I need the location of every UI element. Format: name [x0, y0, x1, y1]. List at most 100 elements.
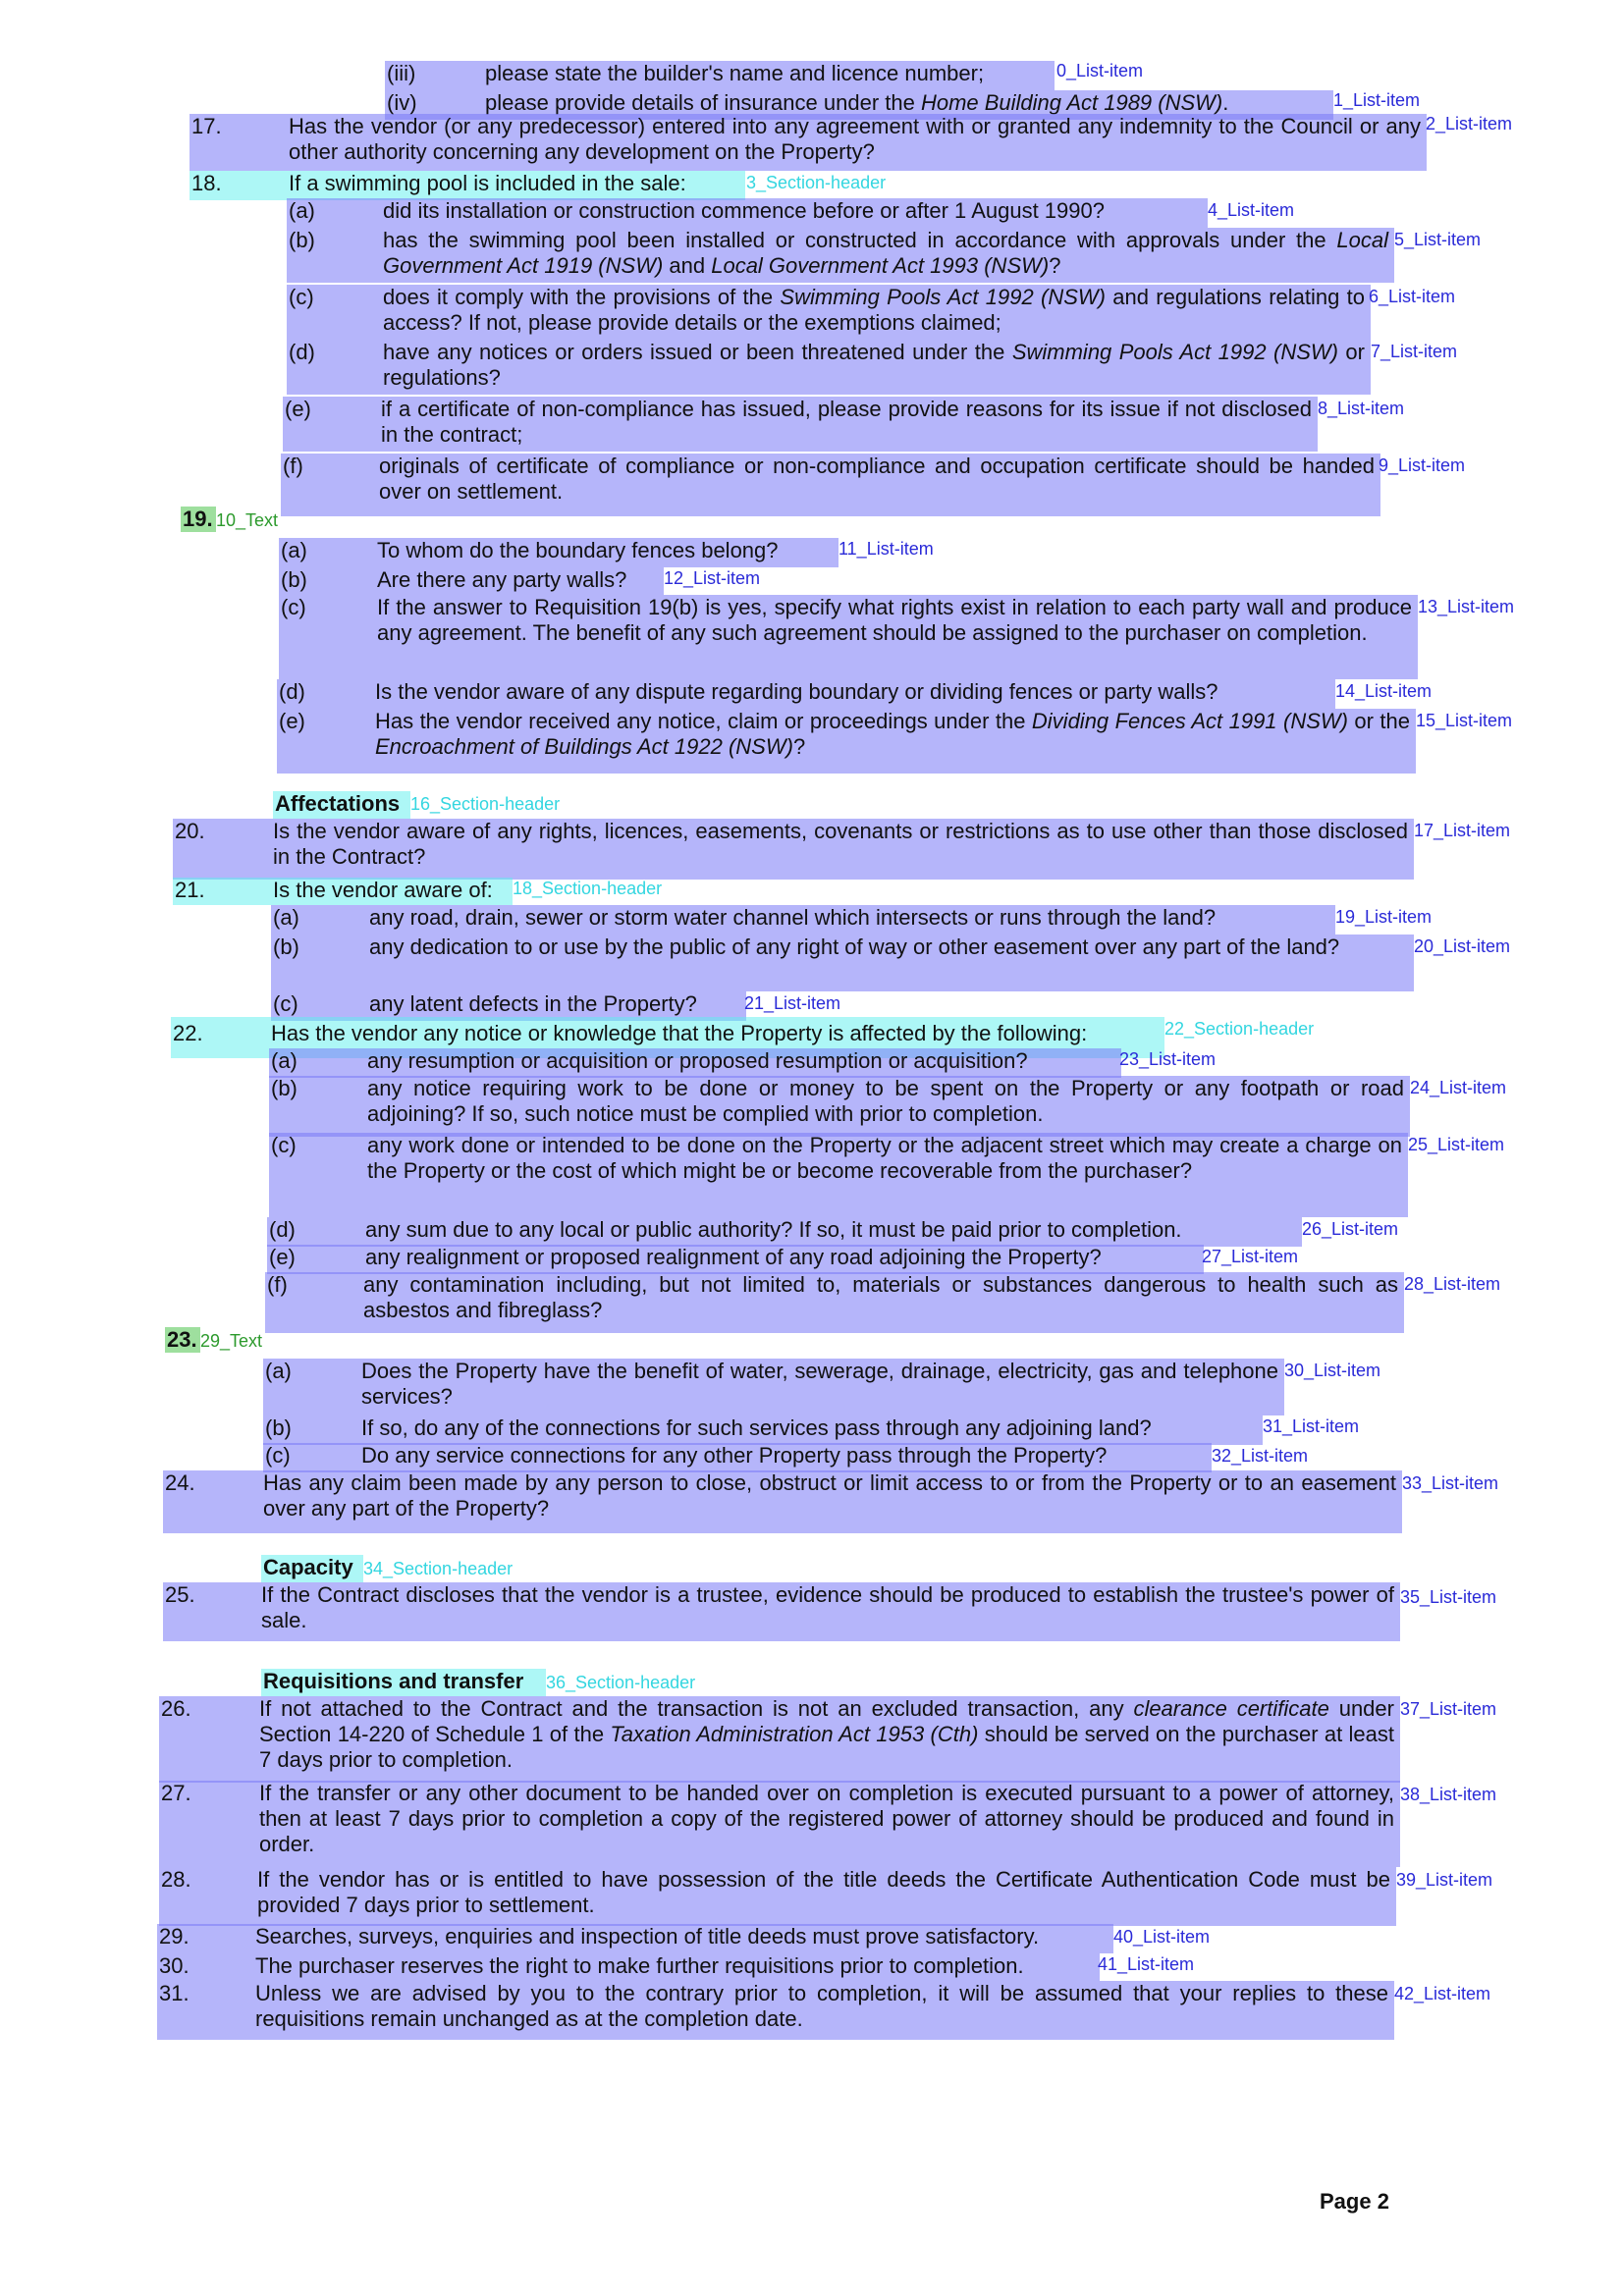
item-number: 18. — [191, 171, 222, 195]
item-number: 17. — [191, 114, 222, 138]
item-text: please state the builder's name and lice… — [485, 61, 985, 85]
item-text: originals of certificate of compliance o… — [379, 454, 1375, 504]
list-item: (d) any sum due to any local or public a… — [267, 1217, 1302, 1247]
layout-tag: 27_List-item — [1202, 1247, 1299, 1266]
item-text: does it comply with the provisions of th… — [383, 285, 1365, 335]
layout-tag: 3_Section-header — [746, 173, 887, 192]
item-text: Does the Property have the benefit of wa… — [361, 1359, 1278, 1409]
item-text: Has the vendor any notice or knowledge t… — [271, 1021, 1088, 1045]
layout-tag: 15_List-item — [1416, 711, 1513, 730]
list-item: (c) Do any service connections for any o… — [263, 1443, 1212, 1472]
layout-tag: 14_List-item — [1335, 681, 1433, 701]
item-number: (a) — [281, 538, 307, 562]
item-text: has the swimming pool been installed or … — [383, 228, 1388, 278]
item-number: (b) — [281, 567, 307, 592]
item-number: (a) — [289, 198, 315, 223]
list-item: 28. If the vendor has or is entitled to … — [159, 1867, 1396, 1926]
list-item: 24. Has any claim been made by any perso… — [163, 1470, 1402, 1533]
item-number: 24. — [165, 1470, 195, 1495]
item-number: 20. — [175, 819, 205, 843]
layout-tag: 31_List-item — [1263, 1416, 1360, 1436]
layout-tag: 22_Section-header — [1164, 1019, 1315, 1039]
list-item: (f) originals of certificate of complian… — [281, 454, 1380, 516]
item-number: (e) — [279, 709, 305, 733]
layout-tag: 32_List-item — [1212, 1446, 1309, 1466]
item-text: did its installation or construction com… — [383, 198, 1105, 223]
layout-tag: 25_List-item — [1408, 1135, 1505, 1154]
layout-tag: 23_List-item — [1119, 1049, 1217, 1069]
item-text: If so, do any of the connections for suc… — [361, 1415, 1152, 1440]
layout-tag: 2_List-item — [1426, 114, 1513, 133]
page-number: Page 2 — [1320, 2189, 1389, 2214]
section-header: 21. Is the vendor aware of: — [173, 878, 513, 905]
item-text: If the answer to Requisition 19(b) is ye… — [377, 595, 1412, 645]
item-number: 21. — [175, 878, 205, 902]
item-number: (b) — [271, 1076, 298, 1100]
list-item: (f) any contamination including, but not… — [265, 1272, 1404, 1333]
item-number: 26. — [161, 1696, 191, 1721]
section-title: Affectations — [275, 791, 401, 816]
layout-tag: 37_List-item — [1400, 1699, 1497, 1719]
item-text: please provide details of insurance unde… — [485, 90, 1229, 115]
item-number: (d) — [289, 340, 315, 364]
list-item: (e) any realignment or proposed realignm… — [267, 1245, 1204, 1274]
layout-tag: 0_List-item — [1056, 61, 1144, 80]
list-item: 25. If the Contract discloses that the v… — [163, 1582, 1400, 1641]
item-text: any sum due to any local or public autho… — [365, 1217, 1182, 1242]
layout-tag: 29_Text — [200, 1331, 263, 1351]
list-item: (e) if a certificate of non-compliance h… — [283, 397, 1318, 452]
list-item: (d) have any notices or orders issued or… — [287, 340, 1371, 395]
section-title: Requisitions and transfer — [263, 1669, 524, 1693]
layout-tag: 17_List-item — [1414, 821, 1511, 840]
item-number: (c) — [271, 1133, 297, 1157]
layout-tag: 4_List-item — [1208, 200, 1295, 220]
item-number: 30. — [159, 1953, 189, 1978]
item-number: (b) — [289, 228, 315, 252]
item-number: (a) — [273, 905, 299, 930]
item-text: any dedication to or use by the public o… — [369, 934, 1340, 959]
list-item: 17. Has the vendor (or any predecessor) … — [189, 114, 1427, 171]
item-text: any contamination including, but not lim… — [363, 1272, 1398, 1322]
list-item: (b) Are there any party walls? — [279, 567, 664, 595]
item-text: If a swimming pool is included in the sa… — [289, 171, 686, 195]
layout-tag: 7_List-item — [1371, 342, 1458, 361]
item-text: If the vendor has or is entitled to have… — [257, 1867, 1390, 1917]
list-item: (c) does it comply with the provisions o… — [287, 285, 1371, 340]
list-item: (b) has the swimming pool been installed… — [287, 228, 1394, 283]
layout-tag: 20_List-item — [1414, 936, 1511, 956]
item-text: Has the vendor (or any predecessor) ente… — [289, 114, 1421, 164]
section-header: 18. If a swimming pool is included in th… — [189, 171, 745, 200]
list-item: (b) any notice requiring work to be done… — [269, 1076, 1410, 1137]
text-block: 19. — [181, 507, 216, 532]
item-number: 25. — [165, 1582, 195, 1607]
item-text: any realignment or proposed realignment … — [365, 1245, 1102, 1269]
item-number: (d) — [269, 1217, 296, 1242]
item-text: Searches, surveys, enquiries and inspect… — [255, 1924, 1040, 1949]
list-item: 29. Searches, surveys, enquiries and ins… — [157, 1924, 1113, 1953]
layout-tag: 41_List-item — [1098, 1954, 1195, 1974]
layout-tag: 11_List-item — [839, 539, 934, 559]
layout-tag: 10_Text — [216, 510, 279, 530]
item-number: (e) — [269, 1245, 296, 1269]
layout-tag: 42_List-item — [1394, 1984, 1491, 2003]
layout-tag: 36_Section-header — [546, 1673, 696, 1692]
item-number: (b) — [265, 1415, 292, 1440]
layout-tag: 9_List-item — [1379, 455, 1466, 475]
list-item: (c) any work done or intended to be done… — [269, 1133, 1408, 1217]
item-text: To whom do the boundary fences belong? — [377, 538, 779, 562]
section-header: Requisitions and transfer — [261, 1669, 546, 1696]
layout-tag: 18_Section-header — [513, 879, 663, 898]
list-item: (c) If the answer to Requisition 19(b) i… — [279, 595, 1418, 679]
item-number: (a) — [271, 1048, 298, 1073]
item-text: Has any claim been made by any person to… — [263, 1470, 1396, 1521]
item-text: have any notices or orders issued or bee… — [383, 340, 1365, 390]
list-item: (a) any resumption or acquisition or pro… — [269, 1048, 1121, 1078]
layout-tag: 30_List-item — [1284, 1361, 1381, 1380]
layout-tag: 35_List-item — [1400, 1587, 1497, 1607]
layout-tag: 21_List-item — [744, 993, 841, 1013]
list-item: 20. Is the vendor aware of any rights, l… — [173, 819, 1414, 880]
layout-tag: 8_List-item — [1318, 399, 1405, 418]
list-item: (iii) please state the builder's name an… — [385, 61, 1055, 90]
layout-tag: 33_List-item — [1402, 1473, 1499, 1493]
item-text: Is the vendor aware of any dispute regar… — [375, 679, 1218, 704]
